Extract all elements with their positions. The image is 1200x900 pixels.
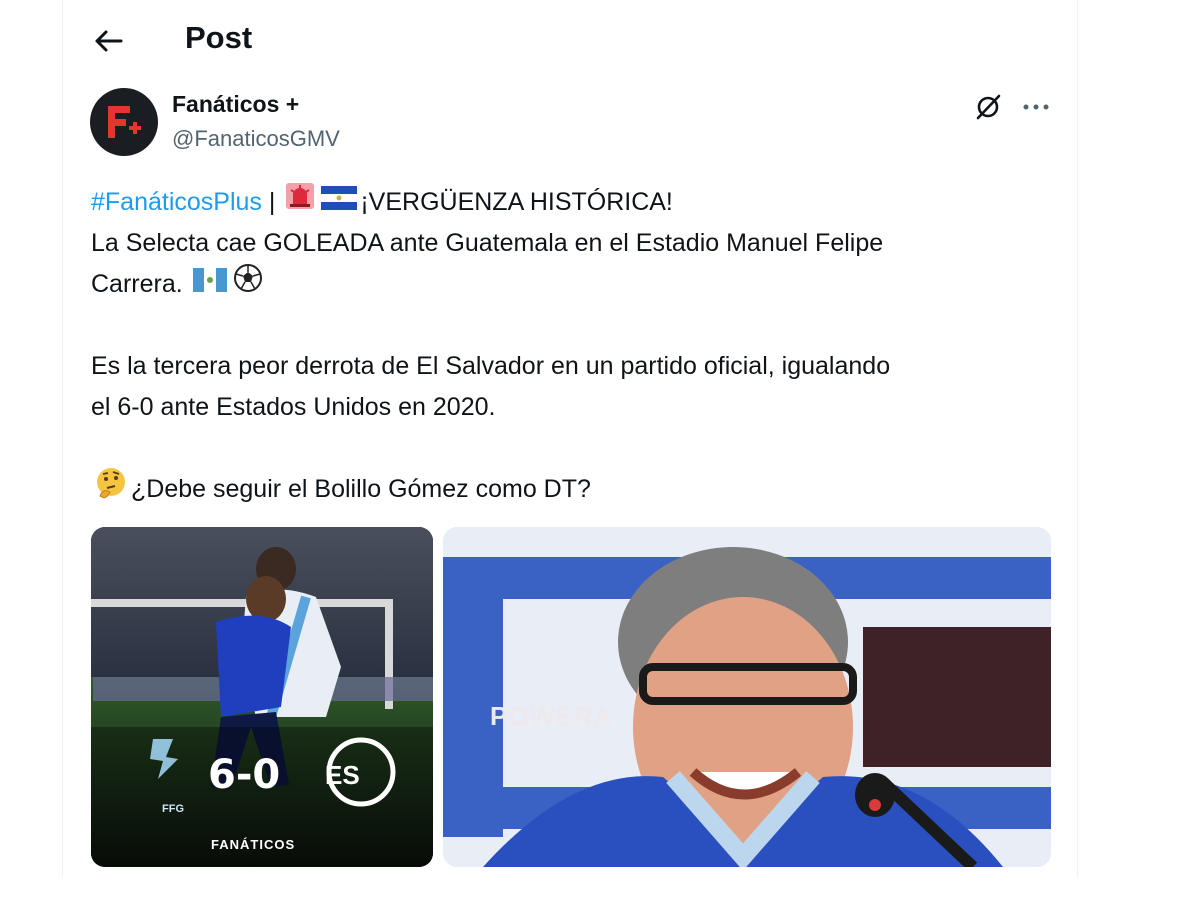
author-avatar[interactable]: [90, 88, 158, 156]
grok-button[interactable]: [971, 90, 1005, 124]
back-button[interactable]: [89, 22, 127, 60]
headline-text: ¡VERGÜENZA HISTÓRICA!: [360, 188, 673, 216]
tweet-line-5: el 6-0 ante Estados Unidos en 2020.: [91, 393, 496, 421]
separator: |: [268, 188, 276, 216]
arrow-left-icon: [95, 30, 123, 52]
tweet-text: #FanáticosPlus | ¡VERGÜENZA HISTÓRICA! L…: [91, 182, 1051, 510]
fanaticos-watermark: FANÁTICOS: [211, 837, 296, 852]
tweet-line-4: Es la tercera peor derrota de El Salvado…: [91, 352, 891, 380]
tweet-line-3: Carrera.: [91, 264, 1051, 305]
tweet-line-3-text: Carrera.: [91, 270, 183, 298]
page-title: Post: [185, 20, 253, 55]
match-score: 6-0: [208, 752, 281, 798]
ffg-label: FFG: [162, 803, 184, 815]
soccer-ball-emoji: [233, 263, 263, 306]
thinking-face-emoji: [94, 466, 128, 513]
post-header: Post: [63, 0, 1077, 80]
match-score-image[interactable]: [91, 527, 433, 867]
fanaticos-logo-icon: [108, 106, 141, 138]
tweet-line-6-text: ¿Debe seguir el Bolillo Gómez como DT?: [131, 475, 591, 503]
sponsor-banner-text: POWERA: [490, 701, 613, 731]
more-options-button[interactable]: [1019, 90, 1053, 124]
hashtag-link[interactable]: #FanáticosPlus: [91, 182, 262, 223]
police-light-emoji: [285, 182, 315, 223]
author-handle[interactable]: @FanaticosGMV: [172, 126, 340, 152]
author-name[interactable]: Fanáticos +: [172, 91, 299, 118]
post-column: Post Fanáticos + @FanaticosGMV #Fanático…: [62, 0, 1078, 878]
guatemala-flag-emoji: [192, 264, 227, 305]
tweet-line-1: #FanáticosPlus | ¡VERGÜENZA HISTÓRICA!: [91, 182, 1051, 223]
es-badge-text: ES: [325, 760, 360, 790]
tweet-line-6: ¿Debe seguir el Bolillo Gómez como DT?: [91, 466, 1051, 513]
more-horizontal-icon: [1023, 104, 1049, 110]
el-salvador-flag-emoji: [321, 182, 358, 223]
coach-photo[interactable]: [443, 527, 1051, 867]
tweet-line-2: La Selecta cae GOLEADA ante Guatemala en…: [91, 229, 884, 257]
grok-icon: [976, 94, 1001, 120]
